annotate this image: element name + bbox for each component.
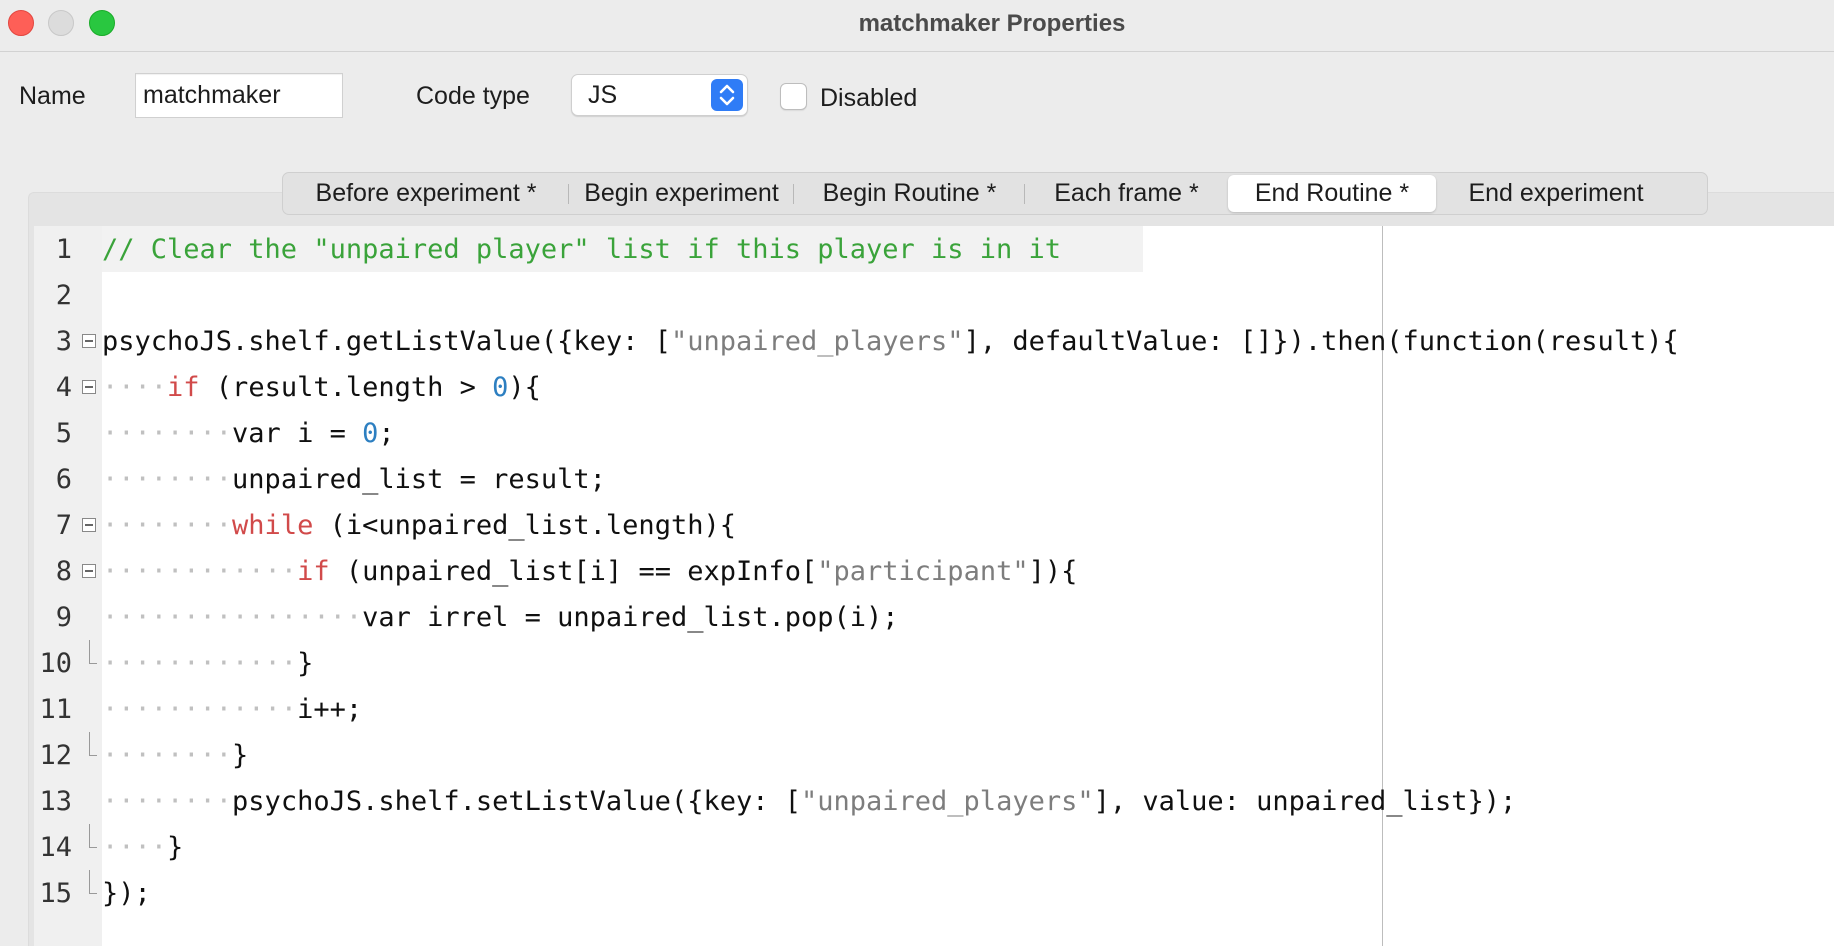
title-bar: matchmaker Properties xyxy=(0,0,1834,52)
line-number: 3 xyxy=(55,326,72,357)
name-input[interactable] xyxy=(135,73,343,118)
code-text: ····if (result.length > 0){ xyxy=(102,372,541,403)
fold-toggle-icon[interactable] xyxy=(82,518,96,532)
fold-end-marker xyxy=(89,640,97,664)
tab-each-frame[interactable]: Each frame * xyxy=(1025,175,1228,212)
name-label: Name xyxy=(19,82,86,110)
line-number: 7 xyxy=(55,510,72,541)
fold-toggle-icon[interactable] xyxy=(82,564,96,578)
code-text: ········psychoJS.shelf.setListValue({key… xyxy=(102,786,1517,817)
fold-end-marker xyxy=(89,732,97,756)
code-line: 13 ········psychoJS.shelf.setListValue({… xyxy=(34,778,1834,824)
code-type-value: JS xyxy=(588,81,618,109)
up-down-chevron-icon xyxy=(711,79,743,111)
code-line: 2 xyxy=(34,272,1834,318)
tab-end-routine[interactable]: End Routine * xyxy=(1228,175,1436,212)
tab-begin-routine[interactable]: Begin Routine * xyxy=(794,175,1025,212)
code-line: 5 ········var i = 0; xyxy=(34,410,1834,456)
code-text: ········var i = 0; xyxy=(102,418,395,449)
tab-end-experiment[interactable]: End experiment xyxy=(1436,175,1676,212)
line-number: 2 xyxy=(55,280,72,311)
code-type-select[interactable]: JS xyxy=(571,74,748,116)
code-text: ········while (i<unpaired_list.length){ xyxy=(102,510,736,541)
disabled-label: Disabled xyxy=(820,84,918,112)
code-text: ················var irrel = unpaired_lis… xyxy=(102,602,899,633)
line-number: 1 xyxy=(55,234,72,265)
fold-end-marker xyxy=(89,824,97,848)
line-number: 15 xyxy=(39,878,72,909)
code-line: 10 ············} xyxy=(34,640,1834,686)
code-line: 6 ········unpaired_list = result; xyxy=(34,456,1834,502)
line-number: 5 xyxy=(55,418,72,449)
disabled-checkbox[interactable] xyxy=(780,83,807,110)
tab-bar: Before experiment * Begin experiment Beg… xyxy=(282,172,1708,215)
code-line: 11 ············i++; xyxy=(34,686,1834,732)
window-title: matchmaker Properties xyxy=(858,10,1126,37)
tab-before-experiment[interactable]: Before experiment * xyxy=(283,175,569,212)
code-text: ····} xyxy=(102,832,184,863)
code-text: ········unpaired_list = result; xyxy=(102,464,606,495)
code-text: ············if (unpaired_list[i] == expI… xyxy=(102,556,1078,587)
code-line: 4 ····if (result.length > 0){ xyxy=(34,364,1834,410)
line-number: 11 xyxy=(39,694,72,725)
tab-begin-experiment[interactable]: Begin experiment xyxy=(569,175,794,212)
line-number: 8 xyxy=(55,556,72,587)
line-number: 6 xyxy=(55,464,72,495)
line-number: 10 xyxy=(39,648,72,679)
code-text: ············} xyxy=(102,648,314,679)
code-line: 12 ········} xyxy=(34,732,1834,778)
code-text: psychoJS.shelf.getListValue({key: ["unpa… xyxy=(102,326,1679,357)
code-text: }); xyxy=(102,878,151,909)
code-line: 3 psychoJS.shelf.getListValue({key: ["un… xyxy=(34,318,1834,364)
code-line: 1 // Clear the "unpaired player" list if… xyxy=(34,226,1834,272)
code-text: ············i++; xyxy=(102,694,363,725)
code-line: 15 }); xyxy=(34,870,1834,916)
code-line: 7 ········while (i<unpaired_list.length)… xyxy=(34,502,1834,548)
fold-end-marker xyxy=(89,870,97,894)
code-line: 8 ············if (unpaired_list[i] == ex… xyxy=(34,548,1834,594)
code-type-label: Code type xyxy=(416,82,530,110)
line-number: 13 xyxy=(39,786,72,817)
code-text: ········} xyxy=(102,740,249,771)
fold-toggle-icon[interactable] xyxy=(82,334,96,348)
code-text: // Clear the "unpaired player" list if t… xyxy=(102,234,1062,265)
line-number: 14 xyxy=(39,832,72,863)
code-editor[interactable]: 1 // Clear the "unpaired player" list if… xyxy=(34,226,1834,946)
code-line: 14 ····} xyxy=(34,824,1834,870)
line-number: 4 xyxy=(55,372,72,403)
line-number: 9 xyxy=(55,602,72,633)
fold-toggle-icon[interactable] xyxy=(82,380,96,394)
line-number: 12 xyxy=(39,740,72,771)
code-line: 9 ················var irrel = unpaired_l… xyxy=(34,594,1834,640)
